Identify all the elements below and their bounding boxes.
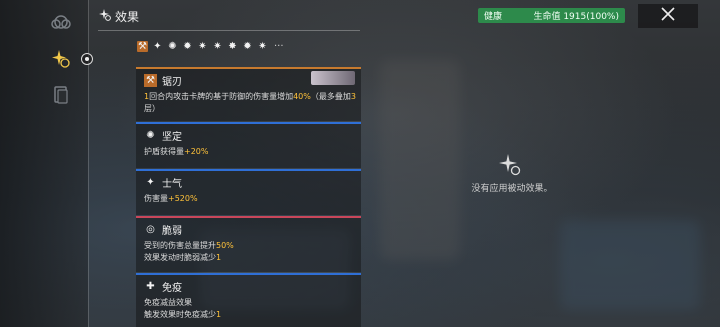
effects-title-icon: [99, 9, 111, 24]
effect-description: 护盾获得量+20%: [144, 147, 209, 156]
shield-burst-icon: ✺: [146, 129, 155, 141]
effects-tab-icon[interactable]: [50, 48, 72, 70]
team-tab-icon[interactable]: [50, 12, 72, 34]
effect-icon-strip: ⚒ ✦ ✺ ✹ ✷ ✷ ✸ ✹ ✷ ···: [137, 41, 284, 52]
health-status-badge: 健康 生命值 1915(100%): [478, 8, 625, 23]
saw-blade-icon: ⚒: [144, 73, 157, 87]
side-tab-rail: [0, 0, 88, 327]
buff-icon[interactable]: ✷: [197, 41, 208, 52]
effect-card-accent: [136, 169, 361, 171]
selected-tab-indicator: [81, 53, 93, 65]
avatar: [311, 71, 355, 85]
effect-name: 士气: [162, 178, 182, 190]
effect-name: 锯刃: [162, 76, 182, 88]
effect-description: 伤害量+520%: [144, 194, 198, 203]
effect-card-immune[interactable]: ✚ 免疫 免疫减益效果 触发效果时免疫减少1: [136, 273, 361, 327]
effect-card-accent: [136, 67, 361, 69]
buff-icon[interactable]: ✷: [212, 41, 223, 52]
background-shape: [380, 60, 460, 260]
immune-icon: ✚: [146, 280, 155, 292]
effect-card-accent: [136, 216, 361, 218]
buff-icon[interactable]: ✸: [227, 41, 238, 52]
effect-card-resolute[interactable]: ✺ 坚定 护盾获得量+20%: [136, 122, 361, 168]
effect-name: 脆弱: [162, 225, 182, 237]
background-shape: [560, 220, 700, 310]
close-icon: [660, 6, 676, 26]
effect-description: 免疫减益效果 触发效果时免疫减少1: [144, 298, 222, 319]
effect-card-accent: [136, 122, 361, 124]
empty-state-message: 没有应用被动效果。: [471, 184, 553, 194]
target-icon: ◎: [146, 223, 155, 235]
morale-icon[interactable]: ✦: [152, 41, 163, 52]
cards-tab-icon[interactable]: [50, 84, 72, 106]
header-divider: [98, 30, 360, 31]
effect-card-accent: [136, 273, 361, 275]
condition-label: 健康: [484, 12, 503, 22]
buff-icon[interactable]: ✷: [257, 41, 268, 52]
passive-effect-icon: [498, 153, 522, 177]
effect-name: 免疫: [162, 282, 182, 294]
rail-divider: [88, 0, 89, 327]
effect-name: 坚定: [162, 131, 182, 143]
morale-icon: ✦: [146, 176, 155, 188]
close-button[interactable]: [638, 4, 698, 28]
shield-burst-icon[interactable]: ✺: [167, 41, 178, 52]
effect-description: 1回合内攻击卡牌的基于防御的伤害量增加40%（最多叠加3层）: [144, 92, 356, 113]
page-title: 效果: [99, 8, 139, 25]
buff-icon[interactable]: ✹: [242, 41, 253, 52]
hp-readout: 生命值 1915(100%): [533, 12, 619, 22]
effect-description: 受到的伤害总量提升50% 效果发动时脆弱减少1: [144, 241, 234, 262]
more-effects-indicator: ···: [274, 41, 284, 52]
saw-blade-icon[interactable]: ⚒: [137, 41, 148, 52]
page-title-text: 效果: [115, 10, 140, 24]
effect-card-vulnerable[interactable]: ◎ 脆弱 受到的伤害总量提升50% 效果发动时脆弱减少1: [136, 216, 361, 272]
buff-icon[interactable]: ✹: [182, 41, 193, 52]
effect-card-saw-blade[interactable]: ⚒ 锯刃 1回合内攻击卡牌的基于防御的伤害量增加40%（最多叠加3层）: [136, 67, 361, 121]
effect-card-morale[interactable]: ✦ 士气 伤害量+520%: [136, 169, 361, 215]
